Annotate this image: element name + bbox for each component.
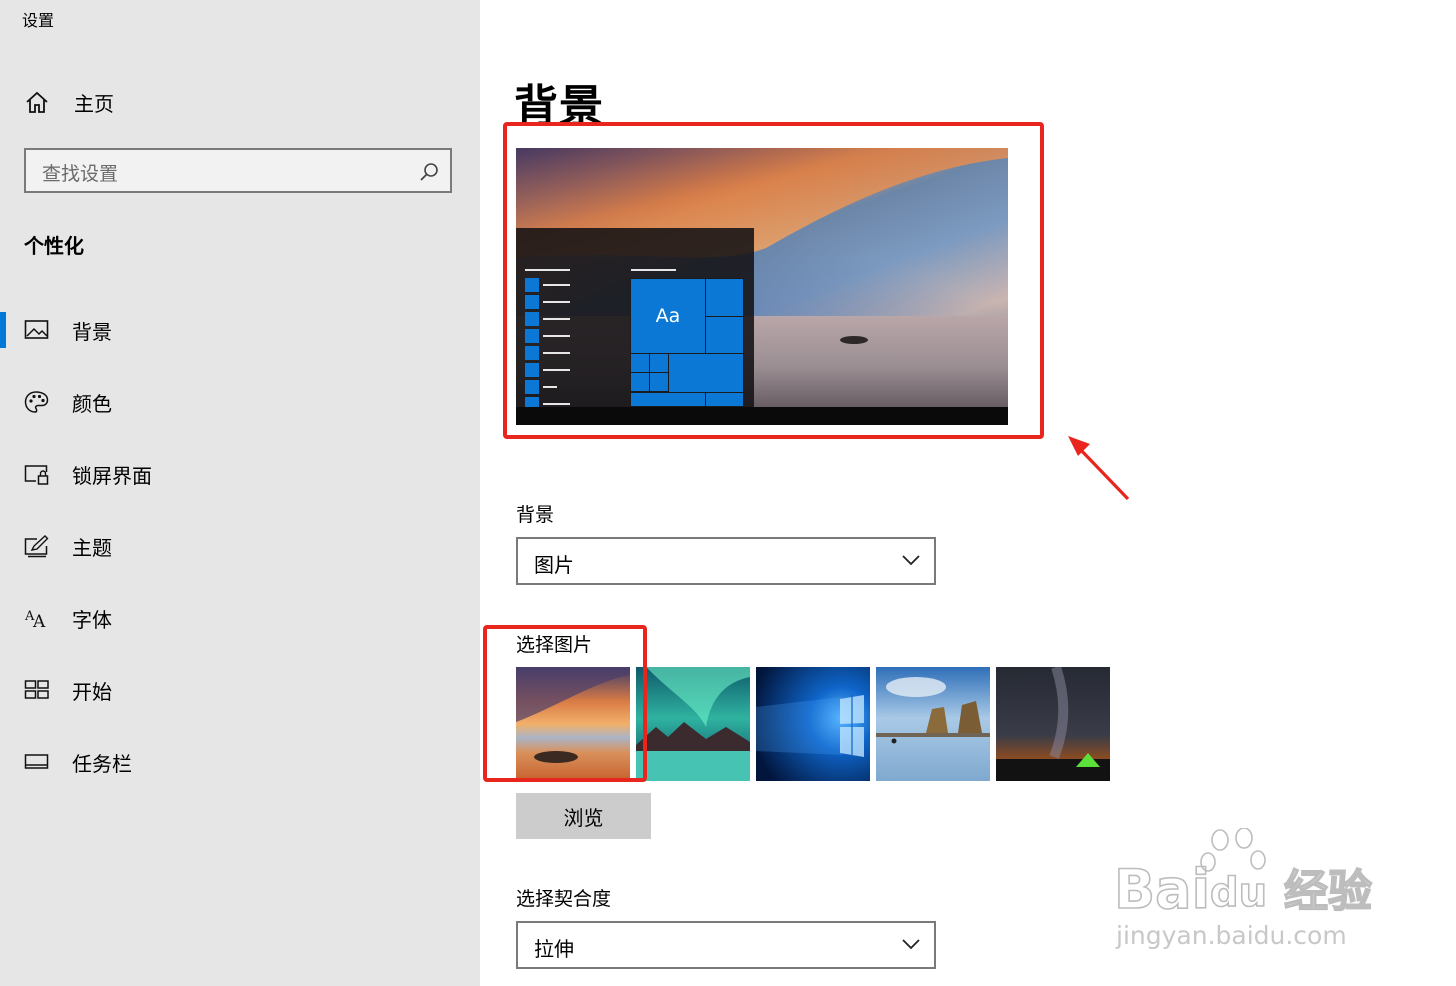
page-title: 背景 — [514, 81, 604, 132]
chevron-down-icon — [902, 555, 920, 566]
taskbar-icon — [24, 754, 49, 769]
preview-taskbar — [516, 407, 1008, 425]
fit-dropdown[interactable]: 拉伸 — [516, 921, 936, 969]
home-icon — [26, 91, 48, 113]
baidu-jingyan-watermark: Bai du 经验 jingyan.baidu.com — [1113, 828, 1373, 950]
sidebar-item-label: 开始 — [72, 680, 112, 704]
preview-start-menu: Aa — [516, 228, 754, 411]
font-icon: A A — [24, 609, 46, 630]
thumbnail-aurora-lake[interactable] — [636, 667, 750, 781]
fit-label: 选择契合度 — [516, 888, 612, 910]
sidebar-item-colors[interactable]: 颜色 — [0, 382, 480, 422]
palette-icon — [24, 391, 49, 413]
sidebar-item-fonts[interactable]: A A 字体 — [0, 598, 480, 638]
preview-tile-aa: Aa — [630, 278, 706, 354]
start-tiles-icon — [24, 680, 49, 699]
choose-picture-label: 选择图片 — [516, 634, 593, 656]
paw-icon — [1200, 828, 1266, 872]
fit-value: 拉伸 — [534, 937, 574, 961]
browse-button[interactable]: 浏览 — [516, 793, 651, 839]
section-title: 个性化 — [24, 234, 84, 258]
sidebar-item-taskbar[interactable]: 任务栏 — [0, 742, 480, 782]
sidebar-item-start[interactable]: 开始 — [0, 670, 480, 710]
home-nav[interactable]: 主页 — [24, 86, 114, 118]
sidebar-item-label: 背景 — [72, 320, 112, 344]
sidebar-item-label: 主题 — [72, 536, 112, 560]
background-preview: Aa — [516, 148, 1008, 425]
svg-text:A: A — [32, 612, 46, 630]
background-type-label: 背景 — [516, 504, 555, 526]
sidebar-item-label: 字体 — [72, 608, 112, 632]
background-type-dropdown[interactable]: 图片 — [516, 537, 936, 585]
sidebar-item-background[interactable]: 背景 — [0, 310, 480, 350]
theme-brush-icon — [24, 535, 49, 558]
thumbnail-milky-way-tent[interactable] — [996, 667, 1110, 781]
sidebar-item-lock-screen[interactable]: 锁屏界面 — [0, 454, 480, 494]
sidebar-item-label: 任务栏 — [72, 752, 132, 776]
sidebar-item-themes[interactable]: 主题 — [0, 526, 480, 566]
thumbnail-windows-10-light[interactable] — [756, 667, 870, 781]
sidebar-item-label: 颜色 — [72, 392, 112, 416]
sidebar: 设置 主页 查找设置 个性化 背景 颜色 锁屏界面 主题 A A 字体 开始 任… — [0, 0, 480, 986]
app-title: 设置 — [22, 11, 55, 30]
annotation-arrow — [1068, 436, 1130, 501]
thumbnail-beach-rocks[interactable] — [876, 667, 990, 781]
lock-screen-icon — [24, 465, 49, 485]
background-type-value: 图片 — [534, 553, 574, 577]
watermark-brand: Bai — [1114, 858, 1210, 921]
picture-icon — [24, 320, 49, 339]
home-label: 主页 — [74, 91, 114, 116]
thumbnail-sunset-sea[interactable] — [516, 667, 630, 781]
sidebar-item-label: 锁屏界面 — [72, 464, 152, 488]
watermark-brand-cn: 经验 — [1284, 866, 1372, 917]
search-input[interactable]: 查找设置 — [24, 148, 452, 193]
watermark-url: jingyan.baidu.com — [1115, 921, 1347, 950]
search-icon[interactable] — [418, 161, 440, 183]
search-placeholder: 查找设置 — [42, 163, 119, 185]
chevron-down-icon — [902, 939, 920, 950]
watermark-brand-du: du — [1210, 870, 1267, 916]
